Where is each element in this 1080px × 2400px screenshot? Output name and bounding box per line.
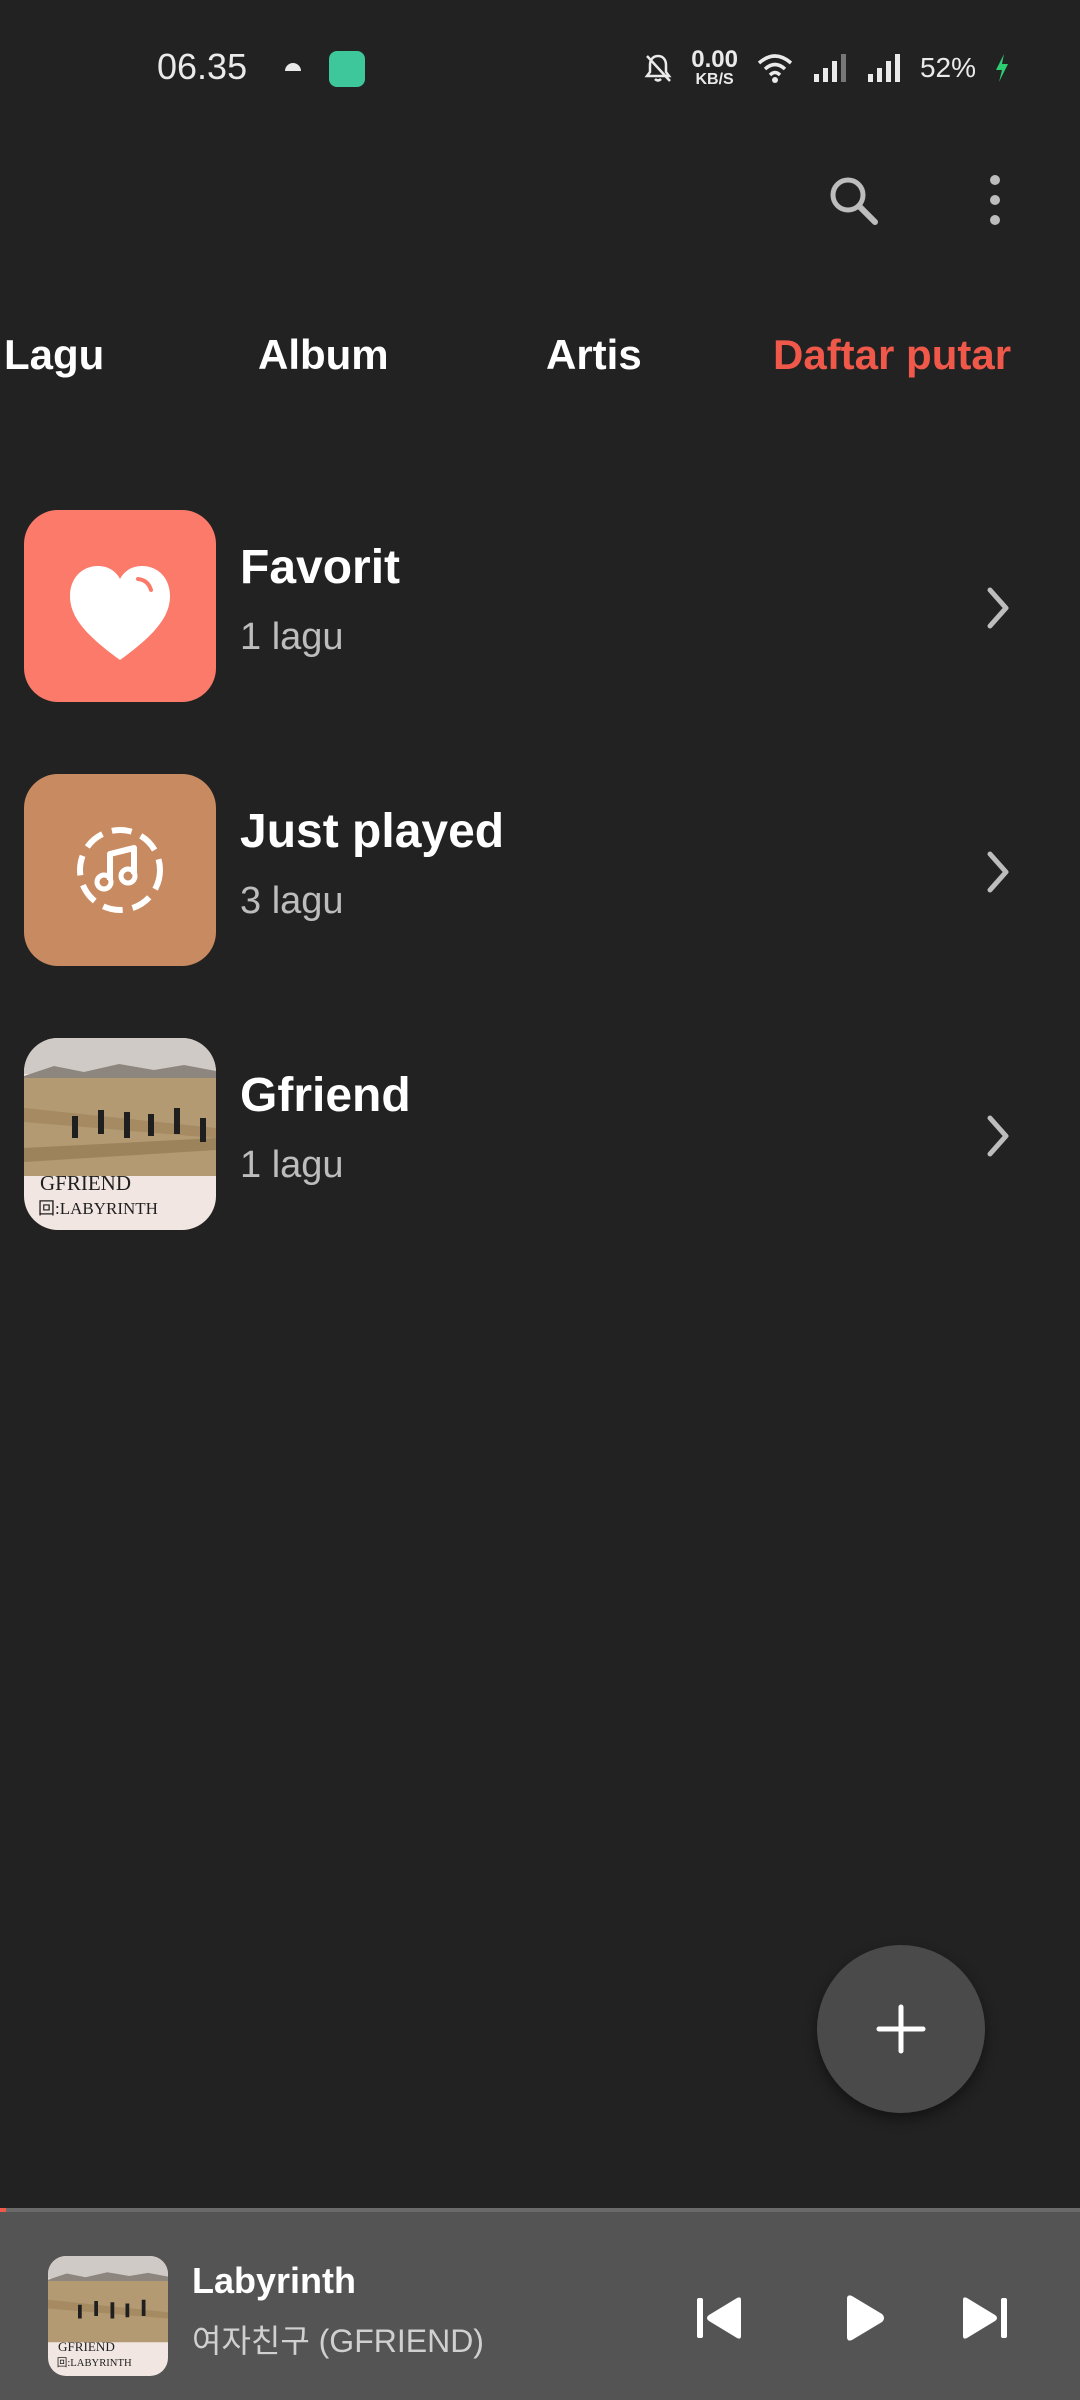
tab-songs[interactable]: Lagu [4,315,104,395]
now-playing-art-line2: 回:LABYRINTH [57,2357,132,2369]
now-playing-art-line1: GFRIEND [58,2339,115,2354]
tab-bar: Lagu Album Artis Daftar putar [0,315,1080,395]
now-playing-art: GFRIEND 回:LABYRINTH [48,2256,168,2376]
playlist-count: 1 lagu [240,616,344,658]
mini-player[interactable]: GFRIEND 回:LABYRINTH Labyrinth 여자친구 (GFRI… [0,2208,1080,2400]
playlist-count: 1 lagu [240,1144,344,1186]
chevron-right-icon [987,1115,1009,1157]
playlist-title: Just played [240,805,505,858]
status-time: 06.35 [157,46,248,87]
now-playing-artist: 여자친구 (GFRIEND) [192,2323,484,2359]
play-button[interactable] [834,2288,894,2348]
mute-bell-icon [644,54,672,82]
search-button[interactable] [818,165,888,235]
status-bar: 06.35 0.00 KB/S 52% [0,0,1080,140]
album-art: GFRIEND 回:LABYRINTH [24,1038,216,1230]
play-icon [847,2295,884,2341]
playlist-title: Gfriend [240,1069,411,1122]
album-art-line1: GFRIEND [40,1171,131,1195]
plus-icon [876,2004,926,2054]
previous-button[interactable] [690,2288,750,2348]
tab-artists[interactable]: Artis [546,315,642,395]
signal-icon-1 [813,54,846,82]
recent-music-icon [77,827,163,913]
search-icon [830,177,878,225]
skip-previous-icon [697,2297,741,2339]
chevron-right-icon [987,851,1009,893]
playlist-count: 3 lagu [240,880,344,922]
playback-progress-bar[interactable] [0,2208,1080,2212]
more-options-button[interactable] [960,165,1030,235]
charging-icon [996,54,1008,82]
just-played-thumbnail [24,774,216,966]
android-icon [285,63,301,71]
next-button[interactable] [954,2288,1014,2348]
favorite-thumbnail [24,510,216,702]
battery-level: 52% [919,52,976,83]
playback-progress-fill [0,2208,6,2212]
chevron-right-icon [987,587,1009,629]
playlist-item-favorite[interactable]: Favorit 1 lagu [0,510,1080,730]
signal-icon-2 [867,54,900,82]
playlist-title: Favorit [240,541,401,594]
tab-playlists[interactable]: Daftar putar [773,315,1011,395]
more-vert-icon [990,175,1000,225]
album-art-image: GFRIEND 回:LABYRINTH [24,1038,216,1230]
playlist-item-gfriend[interactable]: GFRIEND 回:LABYRINTH Gfriend 1 lagu [0,1038,1080,1258]
skip-next-icon [963,2297,1007,2339]
app-notification-icon [329,51,365,87]
wifi-icon [757,54,793,83]
now-playing-title: Labyrinth [192,2260,357,2301]
heart-icon [70,566,170,660]
tab-albums[interactable]: Album [258,315,389,395]
now-playing-art-image: GFRIEND 回:LABYRINTH [48,2256,168,2376]
network-speed: 0.00 KB/S [691,46,738,88]
playlist-item-just-played[interactable]: Just played 3 lagu [0,774,1080,994]
add-playlist-button[interactable] [817,1945,985,2113]
album-art-line2: 回:LABYRINTH [38,1199,158,1218]
